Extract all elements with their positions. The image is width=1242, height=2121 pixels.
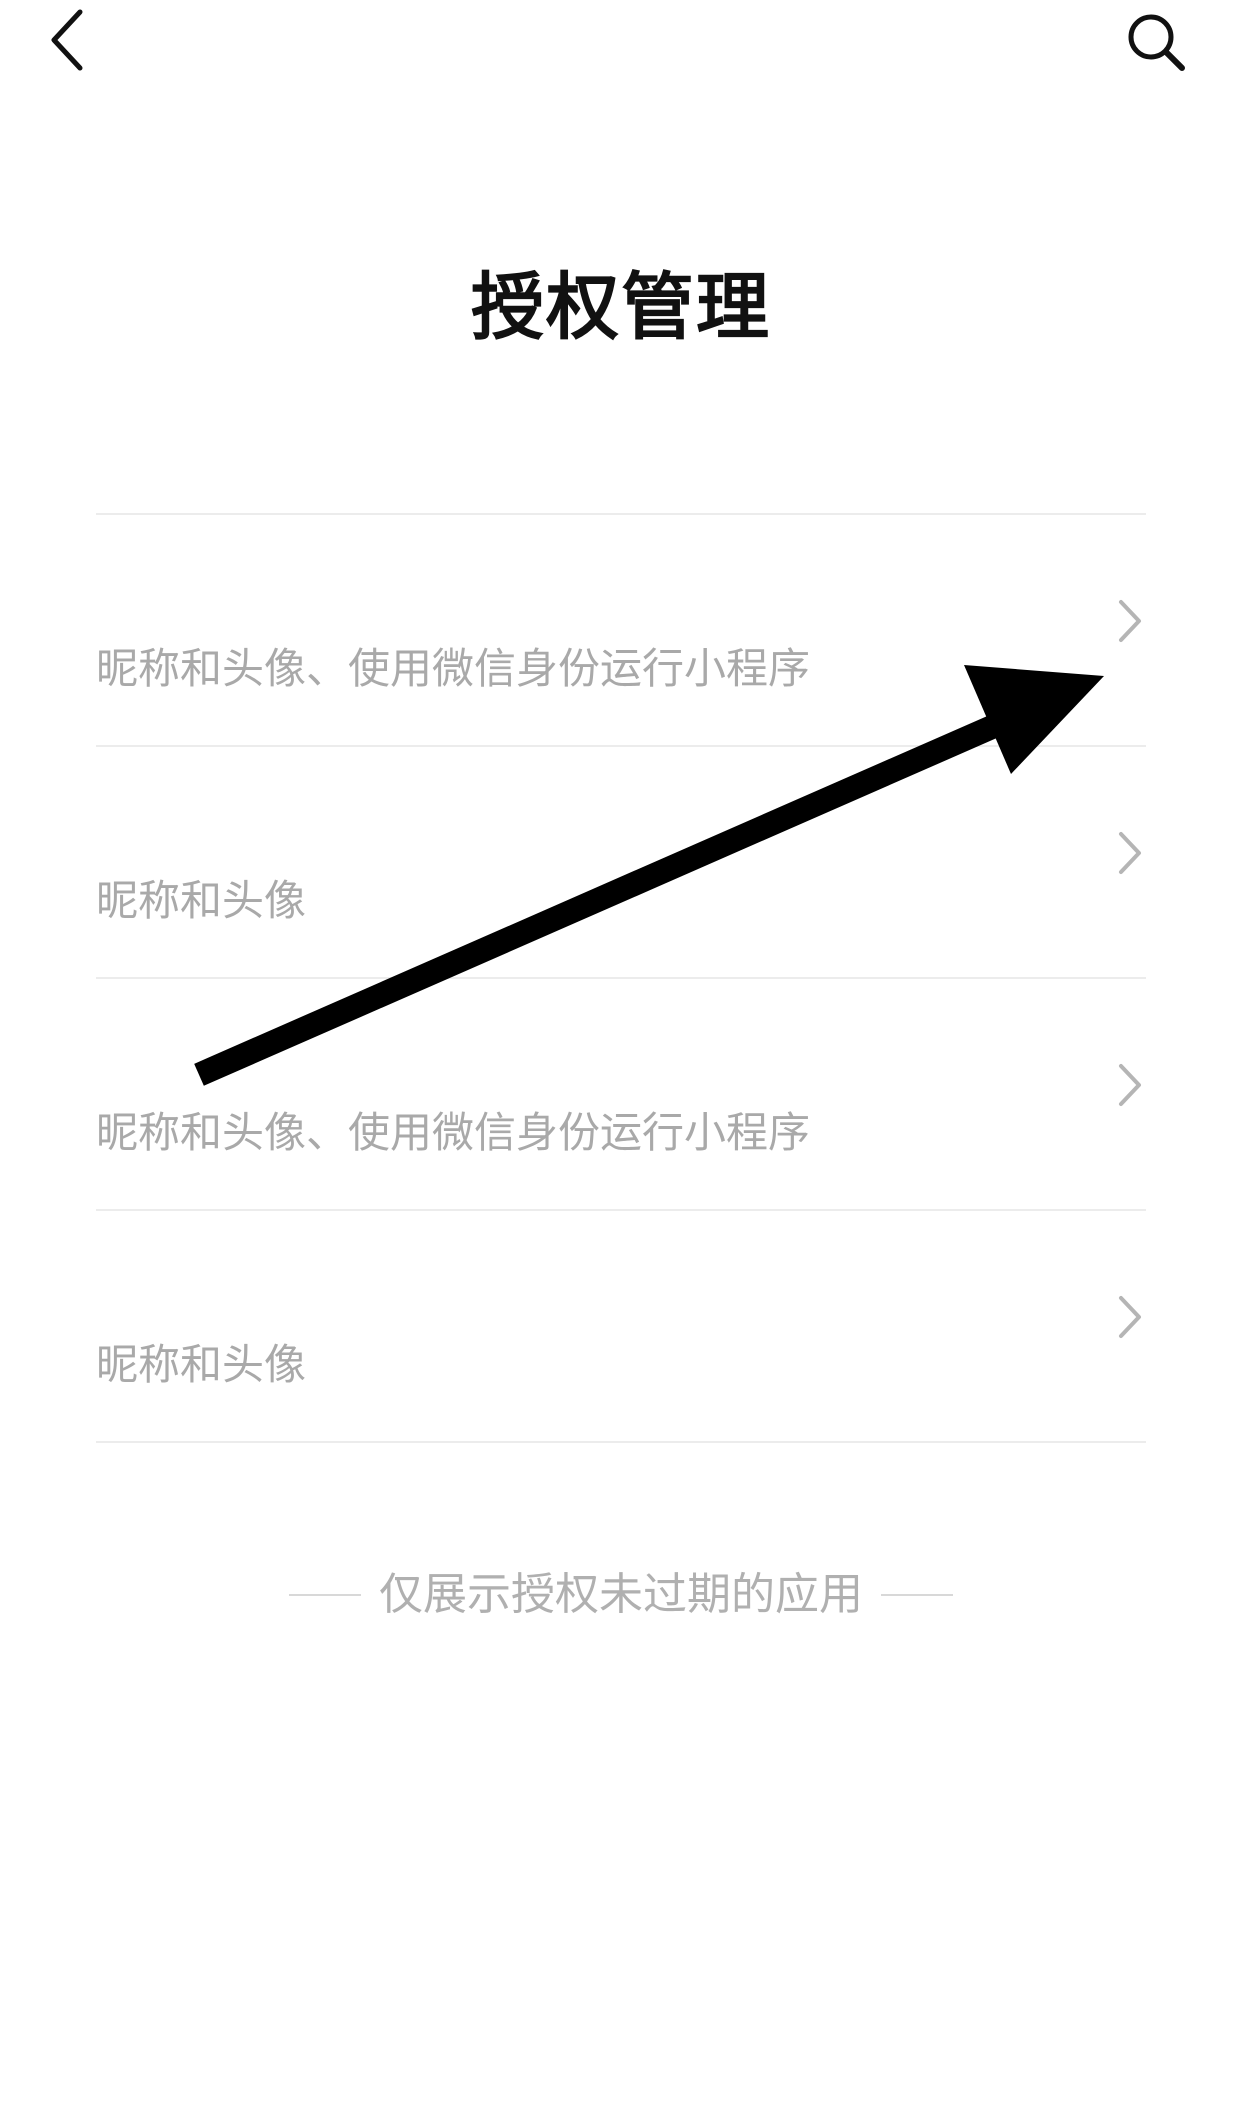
chevron-right-icon (1116, 597, 1144, 645)
app-avatar (96, 999, 188, 1091)
authorization-list: 昵称和头像、使用微信身份运行小程序 昵称和头像 昵称和头像、使用微信身份运行小程… (96, 513, 1146, 1443)
app-avatar (96, 767, 188, 859)
permission-description: 昵称和头像 (96, 876, 307, 925)
chevron-right-icon (1116, 829, 1144, 877)
footer-note: 仅展示授权未过期的应用 (0, 1560, 1242, 1630)
page-title: 授权管理 (471, 265, 771, 350)
app-avatar (96, 1231, 188, 1323)
chevron-left-icon (51, 9, 83, 71)
authorization-list-item-2[interactable]: 昵称和头像 (96, 747, 1146, 979)
permission-description: 昵称和头像、使用微信身份运行小程序 (96, 644, 811, 693)
back-button[interactable] (36, 4, 98, 76)
footer-note-text: 仅展示授权未过期的应用 (379, 1569, 863, 1620)
footer-right-divider (881, 1594, 953, 1596)
search-button[interactable] (1120, 6, 1192, 78)
authorization-list-item-3[interactable]: 昵称和头像、使用微信身份运行小程序 (96, 979, 1146, 1211)
footer-left-divider (289, 1594, 361, 1596)
chevron-right-icon (1116, 1293, 1144, 1341)
permission-description: 昵称和头像、使用微信身份运行小程序 (96, 1108, 811, 1157)
search-icon (1128, 14, 1185, 71)
authorization-list-item-4[interactable]: 昵称和头像 (96, 1211, 1146, 1443)
chevron-right-icon (1116, 1061, 1144, 1109)
permission-description: 昵称和头像 (96, 1340, 307, 1389)
top-navigation-bar (0, 0, 1242, 90)
authorization-list-item-1[interactable]: 昵称和头像、使用微信身份运行小程序 (96, 515, 1146, 747)
app-avatar (96, 535, 188, 627)
